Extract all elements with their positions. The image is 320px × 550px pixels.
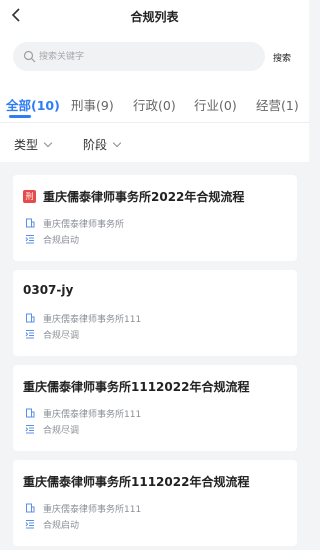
card-firm-text: 重庆儒泰律师事务所111 <box>43 505 142 515</box>
card-title: 重庆儒泰律师事务所1112022年合规流程 <box>23 475 250 489</box>
list-indent-icon <box>25 520 34 529</box>
card-firm: 重庆儒泰律师事务所111 <box>25 312 141 325</box>
search-box[interactable] <box>13 42 265 71</box>
card-title: 0307-jy <box>23 283 74 297</box>
building-icon <box>26 503 35 513</box>
page-title: 合规列表 <box>130 10 179 24</box>
tab-criminal[interactable]: 刑事(9) <box>71 95 114 114</box>
list-indent-icon <box>25 425 34 434</box>
compliance-card[interactable]: 重庆儒泰律师事务所1112022年合规流程 重庆儒泰律师事务所111 合规尽调 <box>13 365 297 451</box>
tab-business[interactable]: 经营(1) <box>256 95 299 114</box>
compliance-card[interactable]: 重庆儒泰律师事务所1112022年合规流程 重庆儒泰律师事务所111 合规启动 <box>13 460 297 546</box>
compliance-card[interactable]: 刑 重庆儒泰律师事务所2022年合规流程 重庆儒泰律师事务所 合规启动 <box>13 175 297 261</box>
search-icon <box>23 50 36 63</box>
search-button[interactable]: 搜索 <box>273 51 291 64</box>
tab-industry[interactable]: 行业(0) <box>194 95 237 114</box>
card-firm-text: 重庆儒泰律师事务所111 <box>43 315 142 325</box>
building-icon <box>26 313 35 323</box>
filter-bar: 类型 阶段 <box>0 122 309 162</box>
card-stage: 合规尽调 <box>25 328 79 341</box>
chevron-down-icon <box>43 138 53 148</box>
card-stage: 合规启动 <box>25 233 79 246</box>
tab-administrative[interactable]: 行政(0) <box>133 95 176 114</box>
card-stage-text: 合规启动 <box>43 521 80 531</box>
card-title: 重庆儒泰律师事务所1112022年合规流程 <box>23 380 250 394</box>
card-stage-text: 合规尽调 <box>43 426 80 436</box>
search-bar: 搜索 <box>0 32 309 82</box>
criminal-badge: 刑 <box>23 190 36 203</box>
card-stage: 合规尽调 <box>25 423 79 436</box>
card-firm: 重庆儒泰律师事务所111 <box>25 407 141 420</box>
card-firm-text: 重庆儒泰律师事务所 <box>43 220 125 230</box>
card-title: 重庆儒泰律师事务所2022年合规流程 <box>43 190 245 204</box>
building-icon <box>26 408 35 418</box>
card-firm: 重庆儒泰律师事务所111 <box>25 502 141 515</box>
category-tabs: 全部(10) 刑事(9) 行政(0) 行业(0) 经营(1) <box>0 82 309 122</box>
stage-filter[interactable]: 阶段 <box>83 136 122 153</box>
list-indent-icon <box>25 330 34 339</box>
active-tab-indicator <box>9 115 31 118</box>
card-stage: 合规启动 <box>25 518 79 531</box>
card-stage-text: 合规尽调 <box>43 331 80 341</box>
building-icon <box>26 218 35 228</box>
card-firm-text: 重庆儒泰律师事务所111 <box>43 410 142 420</box>
list-indent-icon <box>25 235 34 244</box>
chevron-down-icon <box>112 138 122 148</box>
nav-bar: 合规列表 <box>0 0 309 32</box>
type-filter[interactable]: 类型 <box>14 136 53 153</box>
type-filter-label: 类型 <box>14 138 39 152</box>
compliance-card[interactable]: 0307-jy 重庆儒泰律师事务所111 合规尽调 <box>13 270 297 356</box>
stage-filter-label: 阶段 <box>83 138 108 152</box>
tab-all[interactable]: 全部(10) <box>6 95 60 114</box>
card-stage-text: 合规启动 <box>43 236 80 246</box>
search-input[interactable] <box>39 42 249 71</box>
card-firm: 重庆儒泰律师事务所 <box>25 217 124 230</box>
